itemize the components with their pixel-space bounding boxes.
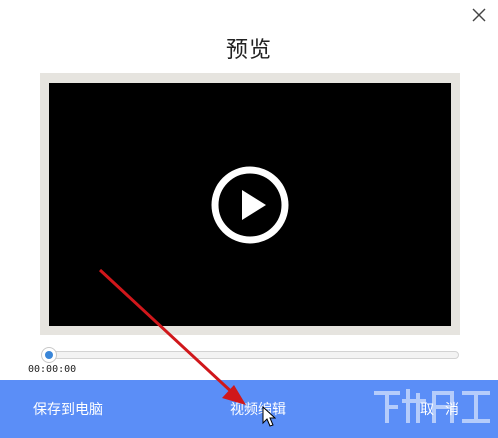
progress-track[interactable] [45, 351, 459, 359]
video-screen[interactable] [49, 83, 451, 326]
video-frame [40, 73, 460, 335]
close-button[interactable] [470, 6, 488, 24]
action-bar: 保存到电脑 视频编辑 取消 [0, 380, 498, 438]
play-icon [211, 166, 289, 244]
cancel-button[interactable]: 取消 [420, 380, 470, 438]
close-icon [472, 8, 486, 22]
dialog-title: 预览 [225, 37, 272, 62]
save-to-computer-button[interactable]: 保存到电脑 [33, 380, 103, 438]
video-edit-button[interactable]: 视频编辑 [230, 380, 286, 438]
time-display: 00:00:00 [28, 364, 77, 375]
progress-slider-handle[interactable] [41, 347, 57, 363]
play-button[interactable] [210, 165, 290, 245]
